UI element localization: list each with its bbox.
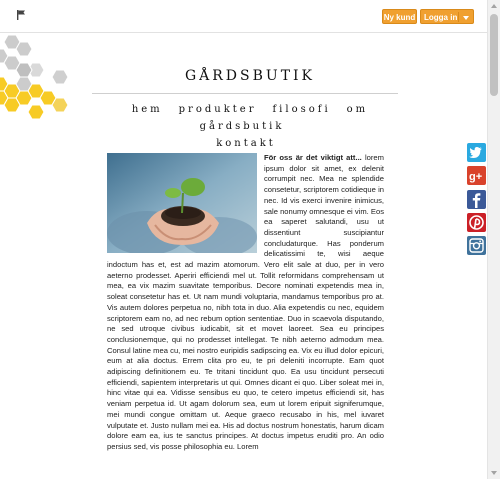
main-nav: hem produkter filosofi om gårdsbutik kontakt <box>96 101 396 152</box>
svg-text:g+: g+ <box>469 171 482 183</box>
nav-item-produkter[interactable]: produkter <box>179 104 257 115</box>
scroll-down-arrow-icon[interactable] <box>491 471 497 475</box>
instagram-button[interactable] <box>467 236 486 255</box>
title-divider <box>92 93 398 94</box>
login-button-divider <box>458 12 459 22</box>
top-bar: Ny kund Logga in <box>0 0 487 33</box>
article-text: För oss är det viktigt att... lorem ipsu… <box>107 153 384 479</box>
chevron-down-icon[interactable] <box>463 16 469 20</box>
scroll-up-arrow-icon[interactable] <box>491 4 497 8</box>
instagram-icon <box>469 238 484 253</box>
pinterest-icon <box>469 215 484 230</box>
flag-icon[interactable] <box>17 10 28 20</box>
nav-item-kontakt[interactable]: kontakt <box>216 138 276 149</box>
new-customer-button[interactable]: Ny kund <box>382 9 417 24</box>
facebook-icon <box>472 193 481 208</box>
article-heading: För oss är det viktigt att... <box>264 153 362 162</box>
nav-item-hem[interactable]: hem <box>132 104 163 115</box>
google-plus-button[interactable]: g+ <box>467 166 486 185</box>
scrollbar-thumb[interactable] <box>490 14 498 96</box>
page-scrollbar[interactable] <box>487 0 500 479</box>
site-title[interactable]: GÅRDSBUTIK <box>150 68 350 84</box>
login-button-label: Logga in <box>424 13 458 22</box>
twitter-button[interactable] <box>467 143 486 162</box>
google-plus-icon: g+ <box>469 171 482 183</box>
twitter-icon <box>469 147 482 158</box>
honeycomb-logo <box>0 34 69 120</box>
pinterest-button[interactable] <box>467 213 486 232</box>
facebook-button[interactable] <box>467 190 486 209</box>
nav-item-filosofi[interactable]: filosofi <box>272 104 330 115</box>
login-button[interactable]: Logga in <box>420 9 474 24</box>
photo-spacer <box>107 153 264 255</box>
